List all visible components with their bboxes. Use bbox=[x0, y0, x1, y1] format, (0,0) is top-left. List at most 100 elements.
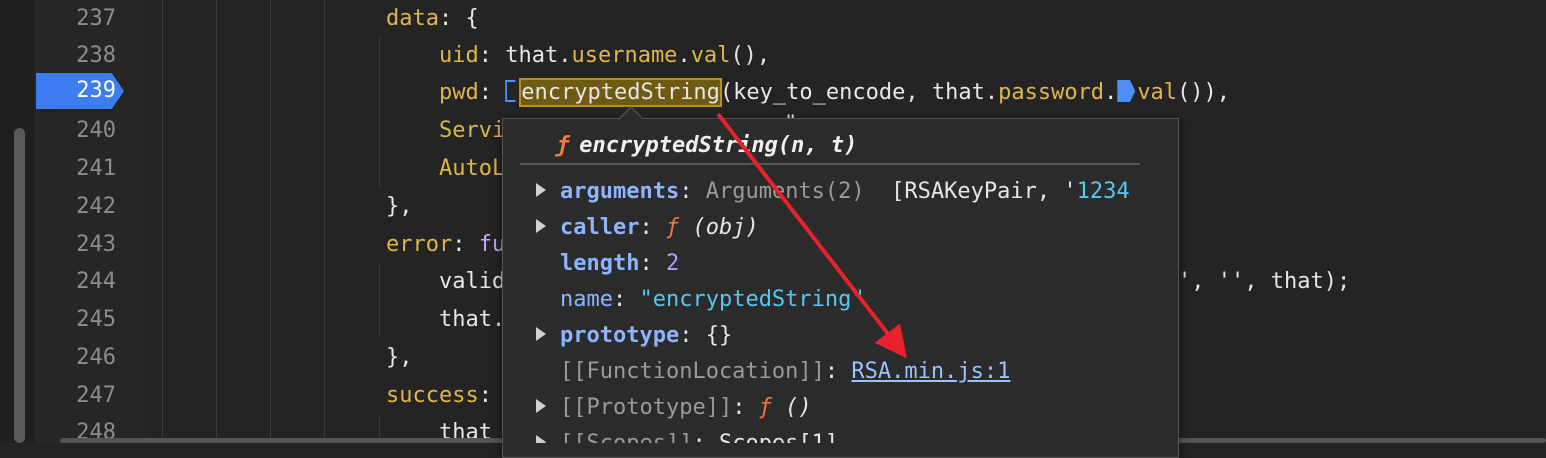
inline-breakpoint-icon[interactable] bbox=[505, 80, 520, 102]
property-sep: : bbox=[732, 395, 759, 420]
property-row-name: name: "encryptedString" bbox=[536, 282, 865, 318]
property-value: 2 bbox=[665, 251, 680, 276]
code-token: : that. bbox=[478, 43, 572, 68]
property-key: [[FunctionLocation]] bbox=[560, 359, 825, 384]
code-token: username bbox=[571, 43, 678, 68]
code-line-238[interactable]: uid: that.username.val(), bbox=[439, 37, 770, 75]
line-number[interactable]: 241 bbox=[34, 150, 116, 188]
expand-triangle-icon[interactable] bbox=[536, 183, 546, 197]
code-token: }, bbox=[386, 194, 413, 219]
line-number-active[interactable]: 239 bbox=[34, 72, 116, 110]
code-line-237[interactable]: data: { bbox=[386, 0, 479, 38]
expand-triangle-icon[interactable] bbox=[536, 435, 546, 443]
function-location-link[interactable]: RSA.min.js:1 bbox=[851, 359, 1010, 384]
code-token: . bbox=[1104, 80, 1118, 105]
code-token: : bbox=[452, 232, 479, 257]
property-key: length bbox=[560, 251, 640, 276]
code-token: data bbox=[386, 6, 439, 31]
property-key: caller bbox=[560, 215, 640, 240]
code-line-242[interactable]: }, bbox=[386, 188, 413, 226]
code-token: error bbox=[386, 232, 453, 257]
popover-body: arguments: Arguments(2) [RSAKeyPair, '12… bbox=[502, 118, 1142, 443]
function-icon: ƒ bbox=[758, 395, 772, 420]
property-key: name bbox=[560, 287, 613, 312]
code-token: ()), bbox=[1177, 80, 1231, 105]
code-line-243[interactable]: error: fu bbox=[386, 226, 505, 264]
code-line-244[interactable]: valid bbox=[439, 263, 505, 301]
property-row-arguments[interactable]: arguments: Arguments(2) [RSAKeyPair, '12… bbox=[536, 174, 1130, 210]
property-row-caller[interactable]: caller: ƒ (obj) bbox=[536, 210, 759, 246]
code-line-246[interactable]: }, bbox=[386, 339, 413, 377]
property-sep: : bbox=[612, 287, 640, 312]
line-number[interactable]: 244 bbox=[34, 263, 116, 301]
line-number[interactable]: 247 bbox=[34, 377, 116, 415]
code-line-248[interactable]: that bbox=[439, 414, 492, 452]
code-line-239[interactable]: pwd: encryptedString(key_to_encode, that… bbox=[439, 74, 1230, 112]
property-key: [[Prototype]] bbox=[560, 395, 733, 420]
code-token: : bbox=[478, 383, 492, 408]
line-number[interactable]: 238 bbox=[34, 37, 116, 75]
property-sep: : bbox=[679, 179, 706, 204]
property-value: {} bbox=[705, 323, 733, 348]
code-token: success bbox=[386, 383, 479, 408]
code-token: : bbox=[478, 80, 506, 105]
code-line-247[interactable]: success: bbox=[386, 377, 492, 415]
property-row-prototype[interactable]: prototype: {} bbox=[536, 318, 732, 354]
line-number[interactable]: 240 bbox=[34, 112, 116, 150]
indent-guide bbox=[379, 264, 380, 336]
line-number[interactable]: 245 bbox=[34, 301, 116, 339]
code-token: valid bbox=[439, 269, 506, 294]
property-preview: [RSAKeyPair, ' bbox=[864, 179, 1077, 204]
code-token: uid bbox=[439, 43, 479, 68]
code-token: ', '', that); bbox=[1178, 269, 1351, 294]
property-row-scopes[interactable]: [[Scopes]]: Scopes[1] bbox=[536, 426, 838, 443]
property-value: "encryptedString" bbox=[639, 287, 865, 312]
property-key: arguments bbox=[560, 179, 680, 204]
line-number[interactable]: 246 bbox=[34, 339, 116, 377]
code-token: that. bbox=[439, 307, 506, 332]
property-sep: : bbox=[692, 431, 719, 443]
code-token: val bbox=[1137, 80, 1178, 105]
code-line-240[interactable]: Servi bbox=[439, 112, 505, 150]
property-value: Arguments(2) bbox=[705, 179, 865, 204]
code-token: val bbox=[690, 43, 731, 68]
property-row-length: length: 2 bbox=[536, 246, 679, 282]
code-token: AutoL bbox=[439, 156, 506, 181]
inline-breakpoint-active-icon[interactable] bbox=[1117, 80, 1136, 102]
hovered-identifier[interactable]: encryptedString bbox=[519, 78, 722, 107]
property-key: [[Scopes]] bbox=[560, 431, 692, 443]
code-line-241[interactable]: AutoL bbox=[439, 150, 505, 188]
indent-guide bbox=[379, 38, 380, 186]
code-token: (), bbox=[730, 43, 771, 68]
function-icon: ƒ bbox=[665, 215, 680, 240]
property-preview-string: 1234 bbox=[1076, 179, 1130, 204]
code-token: password bbox=[998, 80, 1105, 105]
line-number[interactable]: 243 bbox=[34, 226, 116, 264]
code-line-245[interactable]: that. bbox=[439, 301, 505, 339]
expand-triangle-icon[interactable] bbox=[536, 219, 546, 233]
property-sep: : bbox=[824, 359, 852, 384]
expand-triangle-icon[interactable] bbox=[536, 399, 546, 413]
line-number[interactable]: 237 bbox=[34, 0, 116, 38]
property-key: prototype bbox=[560, 323, 680, 348]
line-number[interactable]: 242 bbox=[34, 188, 116, 226]
code-token: . bbox=[677, 43, 691, 68]
property-value: (obj) bbox=[679, 215, 759, 240]
vertical-scrollbar-thumb[interactable] bbox=[14, 128, 25, 443]
code-fragment: ', '', that); bbox=[1178, 263, 1350, 301]
property-row-function-location: [[FunctionLocation]]: RSA.min.js:1 bbox=[536, 354, 1010, 390]
property-row-prototype-internal[interactable]: [[Prototype]]: ƒ () bbox=[536, 390, 812, 426]
code-token: (key_to_encode, that. bbox=[719, 80, 999, 105]
indent-guide bbox=[270, 0, 271, 443]
property-sep: : bbox=[639, 251, 666, 276]
code-token: : { bbox=[438, 6, 479, 31]
code-token: pwd bbox=[439, 80, 479, 105]
expand-triangle-icon[interactable] bbox=[536, 327, 546, 341]
property-sep: : bbox=[679, 323, 706, 348]
indent-guide bbox=[216, 0, 217, 443]
indent-guide bbox=[324, 0, 325, 443]
line-number[interactable]: 248 bbox=[34, 414, 116, 452]
code-token: Servi bbox=[439, 118, 506, 143]
indent-guide bbox=[162, 0, 163, 443]
property-value: () bbox=[771, 395, 812, 420]
